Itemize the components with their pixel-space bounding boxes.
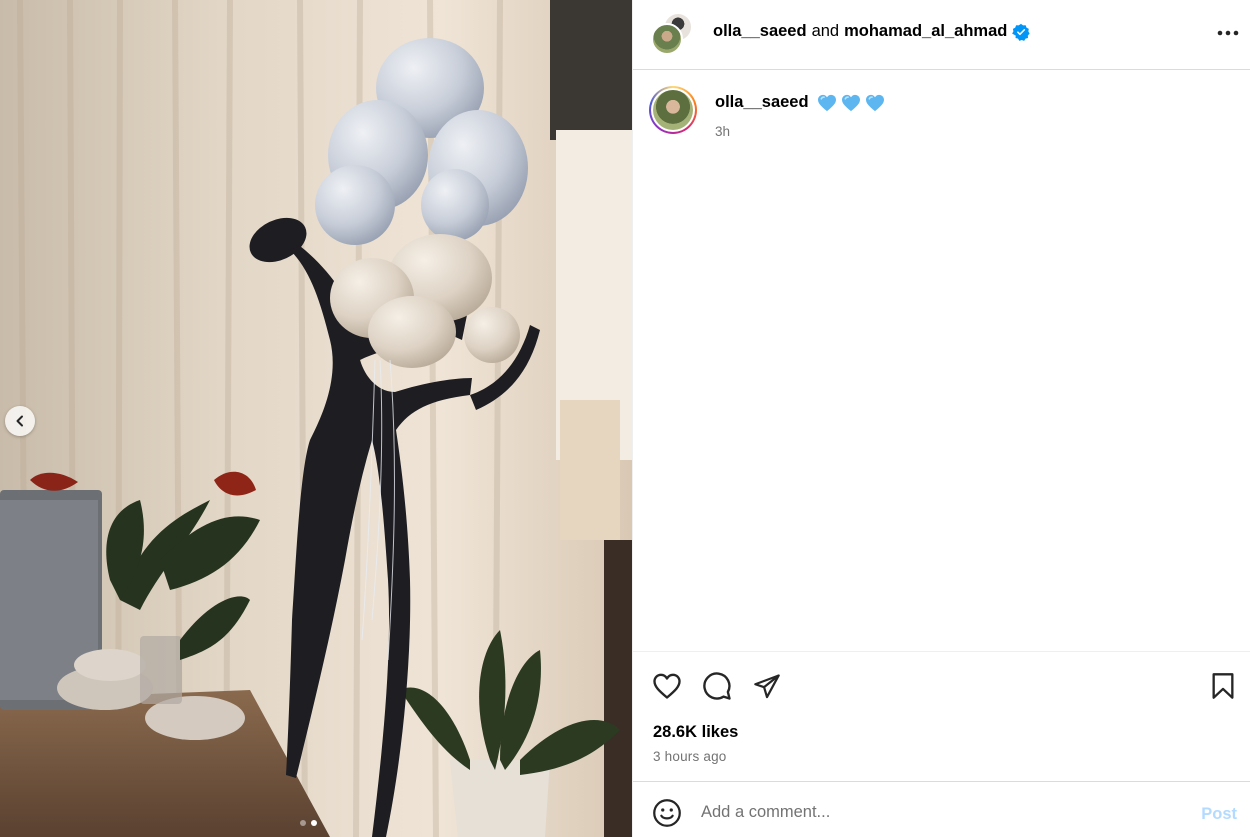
save-button[interactable] bbox=[1207, 670, 1239, 702]
post-actions: 28.6K likes 3 hours ago bbox=[633, 651, 1250, 781]
comment-input[interactable] bbox=[701, 800, 1171, 824]
author-link-1[interactable]: olla__saeed bbox=[713, 22, 807, 41]
emoji-icon bbox=[653, 799, 681, 827]
comment-icon bbox=[703, 672, 731, 700]
caption-avatar[interactable] bbox=[649, 86, 697, 134]
collab-authors: olla__saeed and mohamad_al_ahmad bbox=[713, 22, 1030, 41]
carousel-dot bbox=[300, 820, 306, 826]
post-details-panel: olla__saeed and mohamad_al_ahmad olla__s… bbox=[632, 0, 1250, 837]
likes-count[interactable]: 28.6K likes bbox=[653, 723, 738, 742]
avatar-olla-saeed bbox=[651, 23, 683, 55]
verified-badge-icon bbox=[1012, 23, 1030, 41]
avatar-image bbox=[653, 90, 693, 130]
carousel-dot-active bbox=[311, 820, 317, 826]
emoji-picker-button[interactable] bbox=[651, 797, 683, 829]
share-icon bbox=[754, 674, 780, 699]
collab-joiner: and bbox=[811, 22, 840, 40]
heart-icon bbox=[653, 673, 681, 699]
author-link-2[interactable]: mohamad_al_ahmad bbox=[844, 22, 1007, 41]
carousel-indicator bbox=[300, 820, 317, 826]
blue-heart-emoji bbox=[817, 94, 836, 111]
like-button[interactable] bbox=[651, 670, 683, 702]
more-options-button[interactable] bbox=[1213, 20, 1243, 46]
previous-slide-button[interactable] bbox=[5, 406, 35, 436]
post-media[interactable] bbox=[0, 0, 632, 837]
comment-bar: Post bbox=[633, 781, 1250, 837]
post-header: olla__saeed and mohamad_al_ahmad bbox=[633, 0, 1250, 70]
blue-heart-emoji bbox=[865, 94, 884, 111]
caption-username[interactable]: olla__saeed bbox=[715, 93, 809, 112]
bookmark-icon bbox=[1212, 673, 1234, 699]
caption-timestamp[interactable]: 3h bbox=[715, 124, 730, 139]
comment-button[interactable] bbox=[701, 670, 733, 702]
chevron-left-icon bbox=[16, 415, 23, 427]
post-timestamp[interactable]: 3 hours ago bbox=[653, 749, 727, 764]
blue-heart-emoji bbox=[841, 94, 860, 111]
caption-emoji-hearts bbox=[817, 94, 885, 112]
post-comment-button[interactable]: Post bbox=[1201, 805, 1237, 824]
share-button[interactable] bbox=[751, 670, 783, 702]
post-photo bbox=[0, 0, 632, 837]
collab-avatars[interactable] bbox=[651, 12, 695, 56]
more-options-icon bbox=[1217, 30, 1239, 36]
post-caption: olla__saeed 3h bbox=[649, 86, 1229, 156]
